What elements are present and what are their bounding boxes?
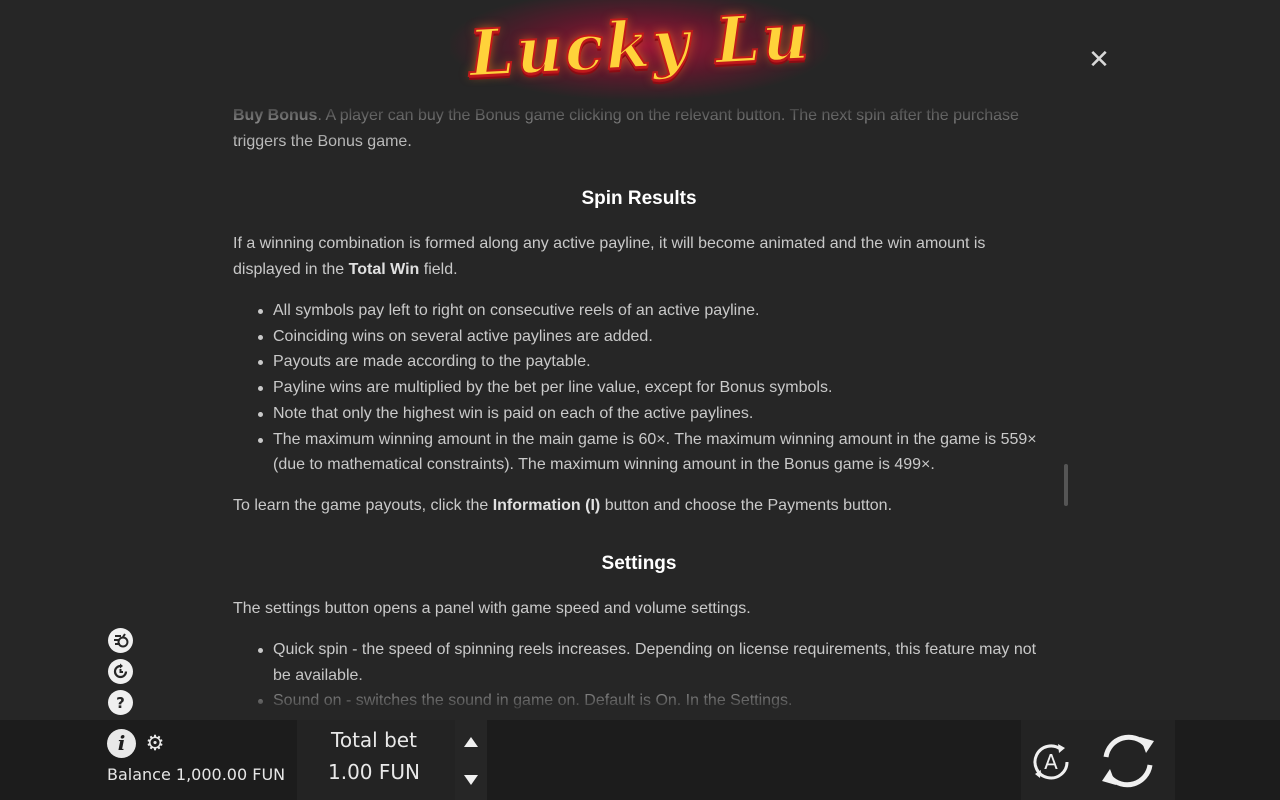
gear-icon[interactable]: ⚙: [144, 732, 166, 754]
information-label: Information (I): [492, 497, 601, 514]
spin-button[interactable]: [1094, 727, 1162, 795]
spin-icon: [1102, 734, 1154, 788]
total-bet-label: Total bet: [331, 728, 417, 752]
buy-bonus-label: Buy Bonus: [233, 107, 318, 124]
bet-decrease-button[interactable]: [460, 770, 482, 790]
arrow-up-icon: [464, 737, 478, 747]
total-bet-value: 1.00 FUN: [328, 760, 420, 784]
spin-results-heading: Spin Results: [581, 188, 697, 209]
list-item: All symbols pay left to right on consecu…: [258, 298, 1045, 324]
spin-results-text-2: field.: [419, 261, 458, 278]
buy-bonus-text: . A player can buy the Bonus game clicki…: [233, 107, 1019, 150]
history-icon[interactable]: [108, 659, 133, 684]
bet-increase-button[interactable]: [460, 732, 482, 752]
list-item: Payline wins are multiplied by the bet p…: [258, 375, 1045, 401]
spin-results-text-1: If a winning combination is formed along…: [233, 235, 986, 278]
scrollbar-thumb[interactable]: [1064, 464, 1068, 506]
autoplay-icon: A: [1033, 744, 1069, 780]
bottom-bar: [0, 720, 1280, 800]
autoplay-button[interactable]: A: [1027, 738, 1075, 786]
balance-display: Balance 1,000.00 FUN: [107, 765, 286, 784]
list-item: Note that only the highest win is paid o…: [258, 401, 1045, 427]
autoplay-label: A: [1044, 750, 1058, 774]
settings-list: Quick spin - the speed of spinning reels…: [233, 637, 1045, 714]
rules-content[interactable]: Buy Bonus. A player can buy the Bonus ga…: [233, 100, 1045, 720]
settings-heading: Settings: [601, 553, 677, 574]
spin-results-paragraph: If a winning combination is formed along…: [233, 231, 1045, 283]
payouts-paragraph: To learn the game payouts, click the Inf…: [233, 493, 1045, 519]
payouts-text-1: To learn the game payouts, click the: [233, 497, 493, 514]
list-item: Sound on - switches the sound in game on…: [258, 688, 1045, 714]
buy-bonus-icon[interactable]: [108, 628, 133, 653]
help-icon[interactable]: ?: [108, 690, 133, 715]
list-item: The maximum winning amount in the main g…: [258, 427, 1045, 478]
list-item: Quick spin - the speed of spinning reels…: [258, 637, 1045, 688]
list-item: Coinciding wins on several active paylin…: [258, 324, 1045, 350]
total-win-label: Total Win: [348, 261, 420, 278]
settings-paragraph: The settings button opens a panel with g…: [233, 600, 751, 617]
buy-bonus-paragraph: Buy Bonus. A player can buy the Bonus ga…: [233, 103, 1045, 155]
arrow-down-icon: [464, 775, 478, 785]
payouts-text-2: button and choose the Payments button.: [600, 497, 893, 514]
list-item: Payouts are made according to the paytab…: [258, 349, 1045, 375]
spin-results-list: All symbols pay left to right on consecu…: [233, 298, 1045, 478]
game-logo: Lucky Lu: [420, 0, 860, 100]
close-icon[interactable]: ✕: [1086, 47, 1112, 73]
info-icon[interactable]: i: [107, 729, 136, 758]
